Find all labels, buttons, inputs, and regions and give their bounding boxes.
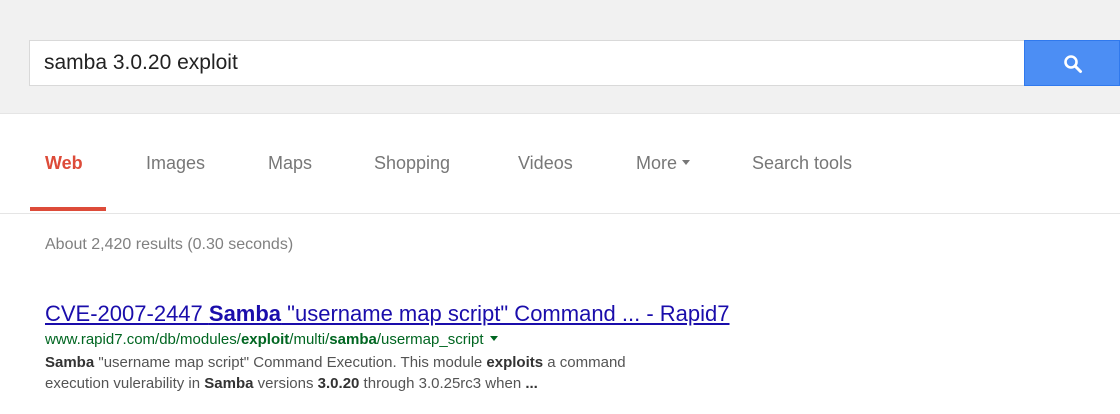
result-snippet: Samba "username map script" Command Exec… [45, 352, 1105, 394]
search-input[interactable] [44, 41, 1004, 85]
search-icon [1064, 55, 1082, 73]
tab-more[interactable]: More [636, 153, 691, 174]
tab-more-label: More [636, 153, 678, 173]
tab-web[interactable]: Web [45, 153, 83, 174]
tab-search-tools[interactable]: Search tools [752, 153, 852, 174]
snippet-line-1: Samba "username map script" Command Exec… [45, 354, 626, 371]
search-result: CVE-2007-2447 Samba "username map script… [45, 300, 1105, 394]
active-tab-indicator [30, 207, 106, 211]
tab-shopping[interactable]: Shopping [374, 153, 450, 174]
chevron-down-icon [682, 159, 691, 165]
result-url: www.rapid7.com/db/modules/exploit/multi/… [45, 330, 1105, 350]
result-title-link[interactable]: CVE-2007-2447 Samba "username map script… [45, 300, 730, 328]
tabs-divider [0, 213, 1120, 214]
tab-videos[interactable]: Videos [518, 153, 573, 174]
search-tabs: Web Images Maps Shopping Videos More Sea… [0, 113, 1120, 213]
search-button[interactable] [1024, 40, 1120, 86]
result-stats: About 2,420 results (0.30 seconds) [45, 236, 294, 253]
tab-maps[interactable]: Maps [268, 153, 312, 174]
search-box[interactable] [29, 40, 1024, 86]
tab-images[interactable]: Images [146, 153, 205, 174]
snippet-line-2: execution vulerability in Samba versions… [45, 375, 538, 392]
url-menu-caret-icon[interactable] [489, 335, 498, 341]
